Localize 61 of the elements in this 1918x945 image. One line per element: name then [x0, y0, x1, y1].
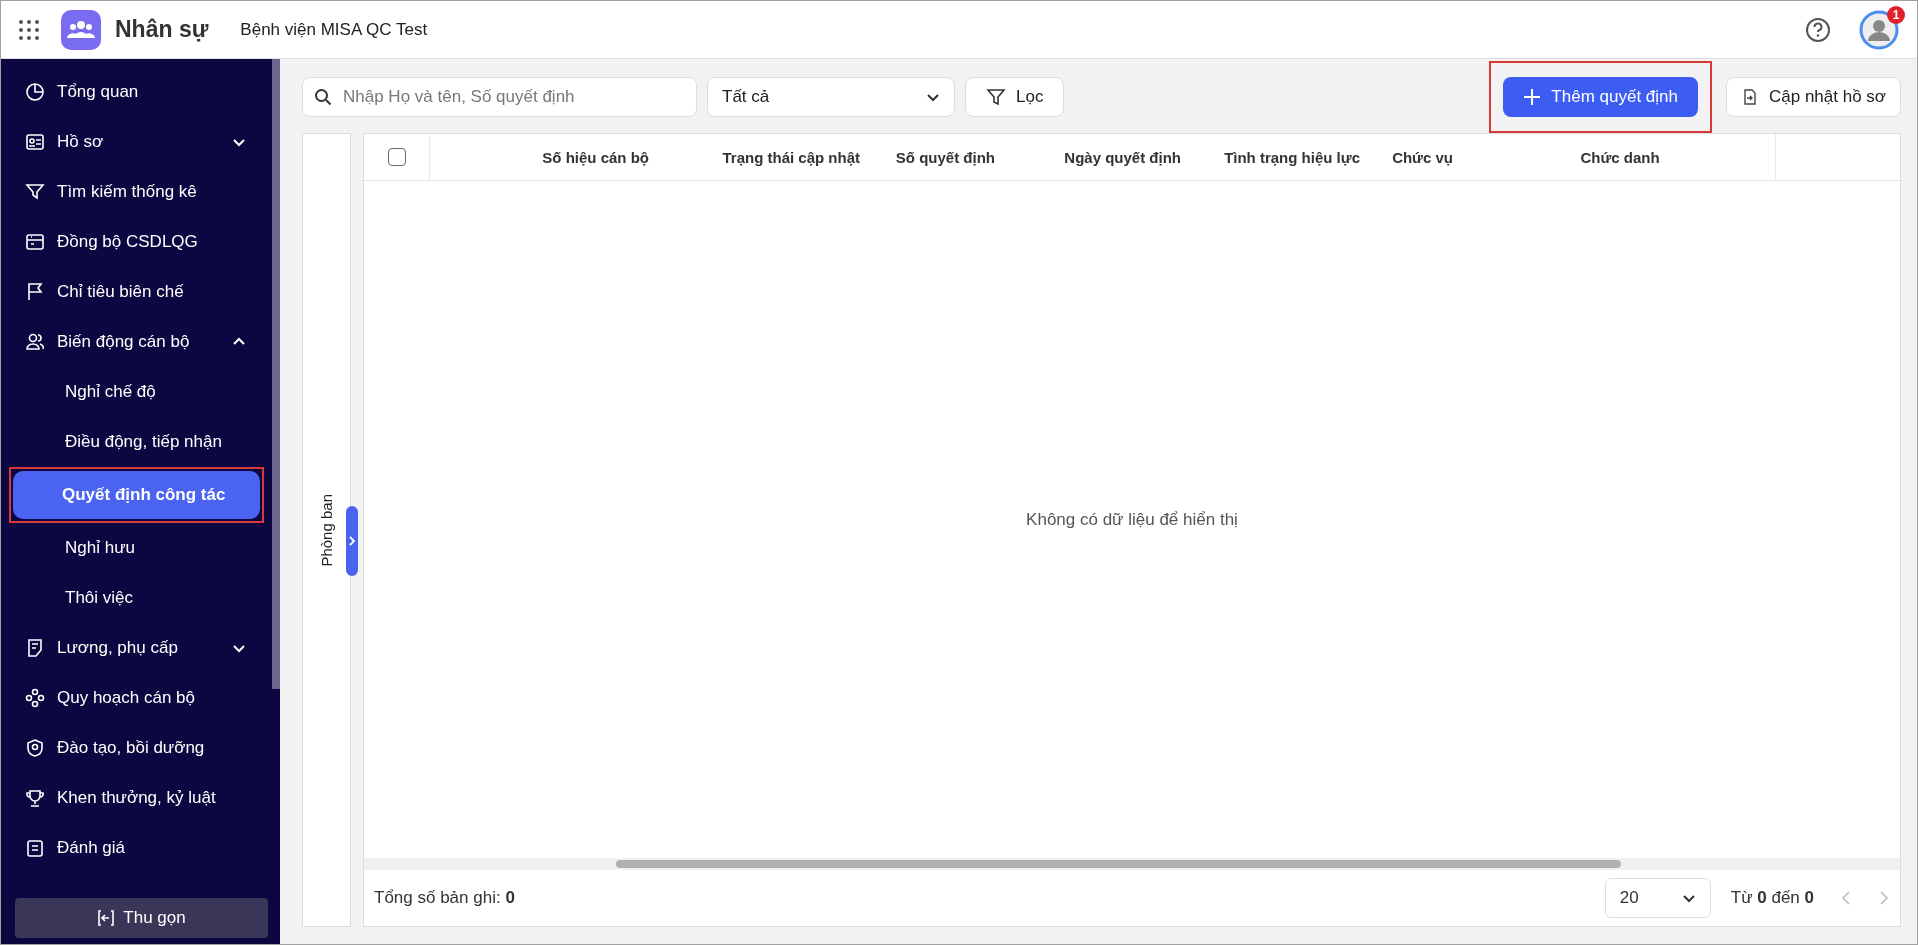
org-chart-icon	[25, 688, 45, 708]
sidebar-item[interactable]: Khen thưởng, kỷ luật	[13, 773, 258, 823]
record-range: Từ 0 đến 0	[1730, 888, 1814, 908]
sidebar-subitem[interactable]: Quyết định công tác	[13, 471, 260, 519]
column-header[interactable]: Chức danh	[1465, 134, 1776, 180]
document-pen-icon	[25, 638, 45, 658]
total-records: Tổng số bản ghi: 0	[374, 888, 515, 908]
database-sync-icon	[25, 232, 45, 252]
status-dropdown[interactable]: Tất cả	[707, 77, 955, 117]
notification-badge: 1	[1887, 5, 1905, 24]
sidebar-item[interactable]: Hồ sơ	[13, 117, 258, 167]
sidebar-subitem[interactable]: Thôi việc	[13, 573, 258, 623]
document-arrow-icon	[1741, 88, 1759, 106]
scrollbar[interactable]	[272, 59, 280, 689]
user-avatar-icon[interactable]	[1859, 9, 1899, 50]
column-header[interactable]: Tình trạng hiệu lực	[1193, 134, 1372, 180]
organization-name: Bệnh viện MISA QC Test	[240, 19, 428, 40]
app-grid-icon[interactable]	[19, 19, 39, 40]
sidebar-item[interactable]: Đánh giá	[13, 823, 258, 873]
app-name: Nhân sự	[115, 16, 209, 43]
column-header[interactable]: Trạng thái cập nhật	[661, 134, 872, 180]
app-logo-icon	[61, 9, 101, 50]
column-header[interactable]: Số hiệu cán bộ	[430, 134, 661, 180]
sidebar-subitem[interactable]: Nghỉ chế độ	[13, 367, 258, 417]
sidebar-item[interactable]: Biến động cán bộ	[13, 317, 258, 367]
page-size-dropdown[interactable]: 20	[1604, 878, 1711, 918]
sidebar-subitem[interactable]: Nghỉ hưu	[13, 523, 258, 573]
horizontal-scrollbar[interactable]	[364, 858, 1900, 870]
sidebar-item[interactable]: Đồng bộ CSDLQG	[13, 217, 258, 267]
flag-icon	[25, 282, 45, 302]
sidebar-item[interactable]: Đào tạo, bồi dưỡng	[13, 723, 258, 773]
add-decision-button[interactable]: Thêm quyết định	[1503, 77, 1698, 117]
trophy-icon	[25, 788, 45, 808]
sidebar-item[interactable]: Quy hoạch cán bộ	[13, 673, 258, 723]
clipboard-icon	[25, 838, 45, 858]
sidebar-item[interactable]: Chỉ tiêu biên chế	[13, 267, 258, 317]
search-field[interactable]: Nhập Họ và tên, Số quyết định	[302, 77, 697, 117]
column-header[interactable]: Chức vụ	[1372, 134, 1465, 180]
select-all-checkbox[interactable]	[387, 148, 406, 166]
department-label: Phòng ban	[318, 493, 335, 567]
column-header[interactable]: Ngày quyết định	[1007, 134, 1193, 180]
id-card-icon	[25, 132, 45, 152]
column-header[interactable]: Số quyết định	[872, 134, 1007, 180]
expand-panel-button[interactable]	[346, 506, 358, 577]
chevron-icon	[348, 535, 356, 548]
filter-button[interactable]: Lọc	[965, 77, 1065, 117]
help-icon[interactable]	[1805, 16, 1831, 43]
sidebar-item[interactable]: Tổng quan	[13, 67, 258, 117]
empty-message: Không có dữ liệu để hiển thị	[1026, 509, 1238, 530]
pie-chart-icon	[25, 82, 45, 102]
sidebar-subitem[interactable]: Điều động, tiếp nhận	[13, 417, 258, 467]
sidebar-item[interactable]: Tìm kiếm thống kê	[13, 167, 258, 217]
update-profile-button[interactable]: Cập nhật hồ sơ	[1726, 77, 1901, 117]
people-icon	[25, 332, 45, 352]
search-funnel-icon	[25, 182, 45, 202]
funnel-icon	[986, 87, 1006, 107]
collapse-icon	[97, 909, 116, 927]
collapse-button[interactable]: Thu gọn	[15, 898, 268, 938]
sidebar-item[interactable]: Lương, phụ cấp	[13, 623, 258, 673]
plus-icon	[1523, 88, 1542, 106]
user-badge-icon	[25, 738, 45, 758]
